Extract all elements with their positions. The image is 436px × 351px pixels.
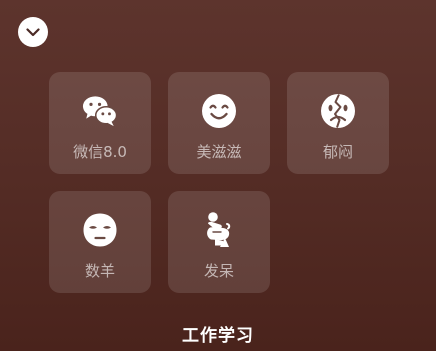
collapse-button[interactable] xyxy=(18,17,48,47)
tile-label: 微信8.0 xyxy=(73,143,127,161)
chevron-down-icon xyxy=(26,27,40,37)
wechat-icon xyxy=(82,93,118,129)
tile-label: 美滋滋 xyxy=(196,143,242,161)
sheep-mask-icon xyxy=(82,212,118,248)
sad-face-icon xyxy=(320,93,356,129)
tile-shuyang[interactable]: 数羊 xyxy=(49,191,151,293)
tile-meizizi[interactable]: 美滋滋 xyxy=(168,72,270,174)
tile-wechat[interactable]: 微信8.0 xyxy=(49,72,151,174)
smile-icon xyxy=(201,93,237,129)
section-title: 工作学习 xyxy=(182,326,254,346)
tile-label: 数羊 xyxy=(84,262,115,280)
tile-label: 发呆 xyxy=(203,262,234,280)
tile-label: 郁闷 xyxy=(322,143,353,161)
daze-figure-icon xyxy=(201,212,237,248)
tile-yumen[interactable]: 郁闷 xyxy=(287,72,389,174)
tile-fadai[interactable]: 发呆 xyxy=(168,191,270,293)
